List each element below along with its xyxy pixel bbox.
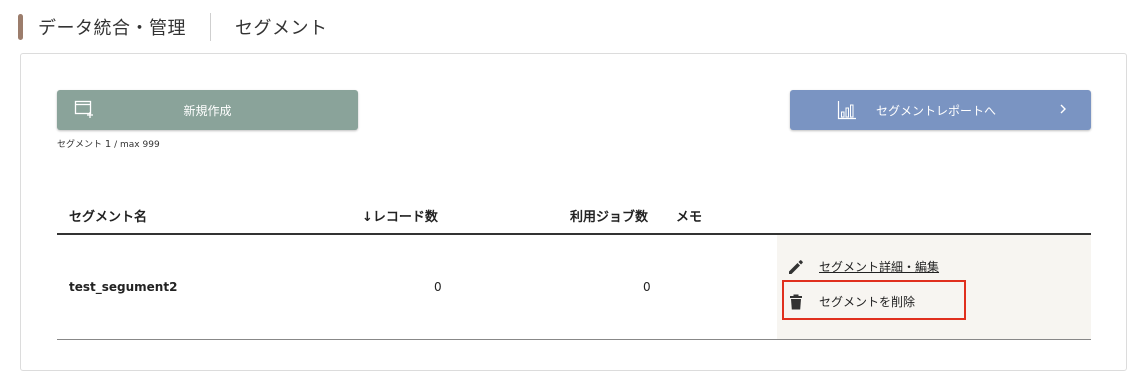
- segment-name-cell: test_segument2: [69, 280, 178, 294]
- page-header: データ統合・管理 セグメント: [18, 12, 328, 42]
- header-divider: [210, 13, 211, 41]
- delete-highlight-box: [782, 280, 966, 320]
- job-count-cell: 0: [643, 280, 651, 294]
- column-header-records[interactable]: ↓レコード数: [362, 206, 438, 225]
- page-subtitle: セグメント: [235, 18, 328, 39]
- segment-report-label: セグメントレポートへ: [876, 104, 997, 118]
- bar-chart-icon: [837, 101, 856, 120]
- header-accent-bar: [18, 14, 23, 40]
- edit-segment-label: セグメント詳細・編集: [819, 260, 940, 274]
- segment-count-prefix: セグメント: [57, 140, 103, 150]
- record-count-cell: 0: [434, 280, 442, 294]
- add-window-icon: [74, 100, 93, 118]
- table-row-divider: [57, 339, 1091, 340]
- column-header-memo: メモ: [676, 210, 703, 225]
- chevron-right-icon: [1060, 104, 1066, 114]
- edit-segment-link[interactable]: セグメント詳細・編集: [788, 258, 939, 275]
- pencil-icon: [789, 259, 803, 274]
- segment-count: セグメント 1 / max 999: [57, 137, 160, 150]
- segment-report-button[interactable]: セグメントレポートへ: [790, 90, 1091, 130]
- page-title: データ統合・管理: [38, 18, 186, 39]
- segment-card: 新規作成 セグメント 1 / max 999 セグメントレポートへ セグメント名…: [20, 53, 1127, 371]
- column-header-jobs[interactable]: 利用ジョブ数: [570, 206, 648, 225]
- new-segment-label: 新規作成: [183, 103, 232, 118]
- new-segment-button[interactable]: 新規作成: [57, 90, 358, 130]
- column-header-name[interactable]: セグメント名: [69, 206, 147, 225]
- segment-count-suffix: / max 999: [111, 140, 160, 150]
